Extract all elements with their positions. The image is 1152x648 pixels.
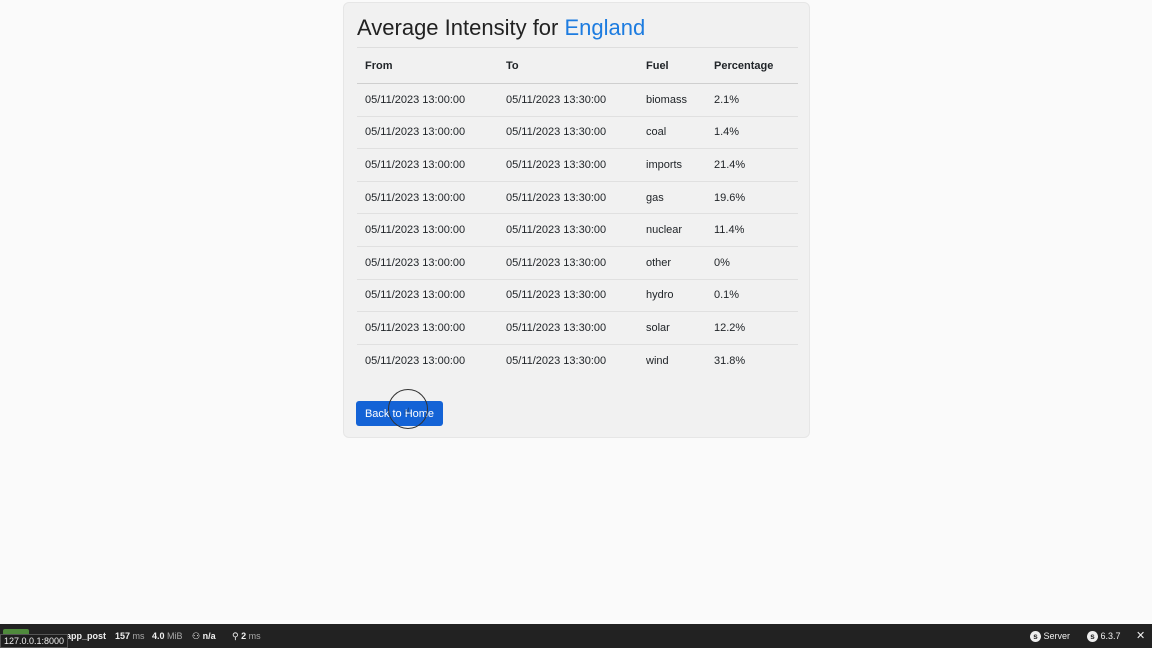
cell-percentage: 11.4% <box>714 224 745 237</box>
toolbar-version[interactable]: s 6.3.7 <box>1087 631 1121 643</box>
user-value: n/a <box>202 631 216 641</box>
cell-percentage: 0% <box>714 256 730 269</box>
cell-to: 05/11/2023 13:30:00 <box>506 354 607 367</box>
table-header-row: From To Fuel Percentage <box>357 47 798 84</box>
table-row: 05/11/2023 13:00:00 05/11/2023 13:30:00 ga… <box>357 181 798 214</box>
memory-value: 4.0 <box>152 631 165 641</box>
cell-fuel: imports <box>646 158 683 171</box>
cell-to: 05/11/2023 13:30:00 <box>506 158 607 171</box>
cell-percentage: 1.4% <box>714 126 740 139</box>
cell-fuel: gas <box>646 191 664 204</box>
page-title: Average Intensity for England <box>357 15 645 41</box>
cell-to: 05/11/2023 13:30:00 <box>506 321 607 334</box>
cell-fuel: other <box>646 256 672 269</box>
events-icon: ⚲ <box>232 631 239 641</box>
debug-toolbar: app_post 157 ms 4.0 MiB ⚇ n/a ⚲ 2 ms s S… <box>0 624 1152 648</box>
cell-fuel: hydro <box>646 289 674 302</box>
table-row: 05/11/2023 13:00:00 05/11/2023 13:30:00 so… <box>357 312 798 345</box>
title-prefix: Average Intensity for <box>357 15 559 40</box>
cell-to: 05/11/2023 13:30:00 <box>506 191 607 204</box>
cell-percentage: 31.8% <box>714 354 746 367</box>
toolbar-server[interactable]: s Server <box>1030 631 1071 643</box>
symfony-server-icon: s <box>1030 631 1041 643</box>
url-tooltip: 127.0.0.1:8000 <box>0 634 69 648</box>
time-unit: ms <box>132 631 145 641</box>
toolbar-memory[interactable]: 4.0 MiB <box>152 631 183 641</box>
intensity-card: Average Intensity for England From To Fu… <box>343 2 810 438</box>
events-unit: ms <box>248 631 261 641</box>
cell-fuel: solar <box>646 321 670 334</box>
back-to-home-button[interactable]: Back to Home <box>356 401 443 426</box>
table-row: 05/11/2023 13:00:00 05/11/2023 13:30:00 co… <box>357 116 798 149</box>
cell-percentage: 12.2% <box>714 321 746 334</box>
cell-from: 05/11/2023 13:00:00 <box>365 354 466 367</box>
header-from: From <box>365 59 393 72</box>
cell-to: 05/11/2023 13:30:00 <box>506 224 607 237</box>
version-label: 6.3.7 <box>1100 631 1121 641</box>
region-name: England <box>564 15 646 40</box>
events-value: 2 <box>241 631 247 641</box>
toolbar-events[interactable]: ⚲ 2 ms <box>232 631 261 642</box>
cell-from: 05/11/2023 13:00:00 <box>365 289 466 302</box>
cell-from: 05/11/2023 13:00:00 <box>365 93 466 106</box>
cell-percentage: 19.6% <box>714 191 746 204</box>
cell-to: 05/11/2023 13:30:00 <box>506 289 607 302</box>
toolbar-user[interactable]: ⚇ n/a <box>192 631 216 642</box>
header-to: To <box>506 59 519 72</box>
cell-from: 05/11/2023 13:00:00 <box>365 224 466 237</box>
cell-percentage: 21.4% <box>714 158 746 171</box>
cell-fuel: biomass <box>646 93 687 106</box>
memory-unit: MiB <box>167 631 183 641</box>
header-percentage: Percentage <box>714 59 774 72</box>
cell-fuel: nuclear <box>646 224 683 237</box>
user-icon: ⚇ <box>192 631 201 641</box>
cell-percentage: 0.1% <box>714 289 740 302</box>
table-row: 05/11/2023 13:00:00 05/11/2023 13:30:00 nu… <box>357 214 798 247</box>
server-label: Server <box>1043 631 1071 641</box>
header-fuel: Fuel <box>646 59 669 72</box>
table-row: 05/11/2023 13:00:00 05/11/2023 13:30:00 ot… <box>357 246 798 280</box>
table-row: 05/11/2023 13:00:00 05/11/2023 13:30:00 wi… <box>357 344 798 377</box>
route-name[interactable]: app_post <box>66 631 106 641</box>
cell-from: 05/11/2023 13:00:00 <box>365 256 466 269</box>
cell-from: 05/11/2023 13:00:00 <box>365 158 466 171</box>
intensity-table: From To Fuel Percentage 05/11/2023 13:00… <box>357 47 798 377</box>
cell-to: 05/11/2023 13:30:00 <box>506 256 607 269</box>
cell-fuel: coal <box>646 126 667 139</box>
cell-fuel: wind <box>646 354 669 367</box>
table-row: 05/11/2023 13:00:00 05/11/2023 13:30:00 hy… <box>357 279 798 312</box>
cell-from: 05/11/2023 13:00:00 <box>365 191 466 204</box>
cell-from: 05/11/2023 13:00:00 <box>365 321 466 334</box>
symfony-logo-icon: s <box>1087 631 1098 643</box>
cell-percentage: 2.1% <box>714 93 740 106</box>
toolbar-time[interactable]: 157 ms <box>115 631 145 641</box>
table-row: 05/11/2023 13:00:00 05/11/2023 13:30:00 bi… <box>357 84 798 117</box>
time-value: 157 <box>115 631 131 641</box>
close-toolbar-icon[interactable]: ✕ <box>1136 629 1145 642</box>
cell-from: 05/11/2023 13:00:00 <box>365 126 466 139</box>
table-row: 05/11/2023 13:00:00 05/11/2023 13:30:00 im… <box>357 149 798 182</box>
cell-to: 05/11/2023 13:30:00 <box>506 93 607 106</box>
cell-to: 05/11/2023 13:30:00 <box>506 126 607 139</box>
